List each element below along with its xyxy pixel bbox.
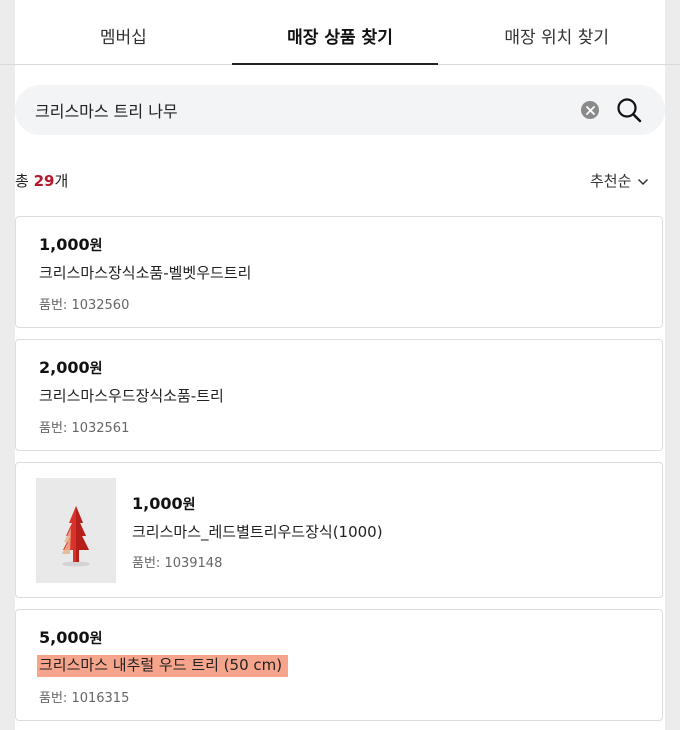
- product-number: 품번: 1032561: [39, 421, 130, 436]
- product-name: 크리스마스장식소품-벨벳우드트리: [39, 264, 252, 282]
- product-card[interactable]: 1,000원 크리스마스장식소품-벨벳우드트리 품번: 1032560: [15, 216, 663, 328]
- product-card[interactable]: 2,000원 크리스마스우드장식소품-트리 품번: 1032561: [15, 339, 663, 451]
- close-icon[interactable]: [581, 101, 599, 119]
- highlighted-product-name: 크리스마스 내추럴 우드 트리 (50 cm): [37, 655, 289, 677]
- product-card[interactable]: 1,000원 크리스마스_레드별트리우드장식(1000) 품번: 1039148: [15, 462, 663, 598]
- product-number: 품번: 1039148: [132, 556, 223, 571]
- tab-bar: 멤버십 매장 상품 찾기 매장 위치 찾기: [15, 14, 665, 65]
- tab-store-location-search[interactable]: 매장 위치 찾기: [448, 14, 665, 64]
- product-number-value: 1039148: [164, 556, 223, 571]
- product-number: 품번: 1016315: [39, 691, 130, 706]
- product-name: 크리스마스_레드별트리우드장식(1000): [132, 523, 383, 541]
- sort-dropdown[interactable]: 추천순: [590, 170, 649, 191]
- result-count: 총 29개: [15, 170, 68, 191]
- red-tree-image: [62, 506, 90, 567]
- tab-store-product-search[interactable]: 매장 상품 찾기: [231, 14, 449, 65]
- product-number: 품번: 1032560: [39, 298, 130, 313]
- product-number-label: 품번: [39, 691, 63, 706]
- divider: [0, 64, 15, 65]
- price-value: 5,000: [39, 628, 90, 647]
- sort-label: 추천순: [590, 172, 632, 190]
- page: 멤버십 매장 상품 찾기 매장 위치 찾기 총 29개 추천순: [0, 0, 680, 730]
- price-currency: 원: [89, 238, 103, 254]
- result-count-number: 29: [33, 172, 55, 190]
- price-value: 2,000: [39, 358, 90, 377]
- price-currency: 원: [89, 361, 103, 377]
- price-value: 1,000: [132, 494, 183, 513]
- product-number-label: 품번: [132, 556, 156, 571]
- product-number-label: 품번: [39, 421, 63, 436]
- search-bar: [15, 85, 665, 135]
- search-icon[interactable]: [615, 96, 643, 124]
- result-count-prefix: 총: [15, 172, 34, 190]
- product-image: [36, 478, 116, 583]
- price-currency: 원: [89, 631, 103, 647]
- tab-membership[interactable]: 멤버십: [15, 14, 232, 64]
- chevron-down-icon: [637, 172, 649, 190]
- result-count-suffix: 개: [54, 172, 69, 190]
- product-number-value: 1032560: [71, 298, 130, 313]
- price-value: 1,000: [39, 235, 90, 254]
- product-number-value: 1016315: [71, 691, 130, 706]
- product-price: 1,000원: [132, 494, 196, 514]
- product-price: 1,000원: [39, 235, 103, 255]
- product-card[interactable]: 5,000원 크리스마스 내추럴 우드 트리 (50 cm) 품번: 10163…: [15, 609, 663, 721]
- product-price: 5,000원: [39, 628, 103, 648]
- product-number-label: 품번: [39, 298, 63, 313]
- product-number-value: 1032561: [71, 421, 130, 436]
- product-price: 2,000원: [39, 358, 103, 378]
- search-input[interactable]: [35, 85, 575, 135]
- price-currency: 원: [182, 497, 196, 513]
- divider: [665, 64, 680, 65]
- product-name: 크리스마스우드장식소품-트리: [39, 387, 224, 405]
- product-name: 크리스마스 내추럴 우드 트리 (50 cm): [37, 654, 289, 677]
